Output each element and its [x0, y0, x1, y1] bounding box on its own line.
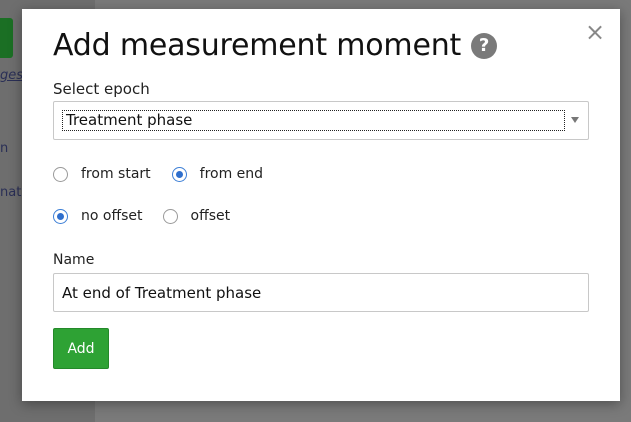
dialog-title: Add measurement moment — [53, 28, 462, 63]
radio-from-end-label: from end — [199, 166, 264, 182]
radio-from-start-label: from start — [81, 166, 151, 182]
select-epoch-label: Select epoch — [53, 80, 150, 98]
radio-no-offset-label: no offset — [81, 208, 143, 224]
reference-radio-group: from start from end — [53, 166, 263, 182]
radio-no-offset[interactable]: no offset — [53, 208, 143, 224]
background-text: n — [0, 141, 9, 156]
close-icon[interactable]: × — [584, 20, 606, 44]
dialog-header: Add measurement moment ? — [53, 28, 498, 63]
background-button — [0, 18, 13, 58]
add-button[interactable]: Add — [53, 328, 109, 369]
radio-offset[interactable]: offset — [162, 208, 231, 224]
radio-offset-label: offset — [190, 208, 231, 224]
radio-from-start[interactable]: from start — [53, 166, 151, 182]
radio-from-end-input[interactable] — [171, 166, 187, 182]
epoch-select[interactable]: Treatment phase — [53, 101, 589, 140]
chevron-down-icon — [571, 117, 579, 123]
help-icon[interactable]: ? — [471, 32, 498, 59]
radio-no-offset-input[interactable] — [53, 208, 68, 224]
epoch-select-value: Treatment phase — [62, 110, 565, 131]
add-measurement-moment-dialog: × Add measurement moment ? Select epoch … — [22, 9, 620, 401]
name-label: Name — [53, 252, 95, 268]
radio-from-start-input[interactable] — [53, 166, 68, 182]
radio-offset-input[interactable] — [162, 208, 178, 224]
offset-radio-group: no offset offset — [53, 208, 230, 224]
radio-from-end[interactable]: from end — [171, 166, 264, 182]
background-link: ges — [0, 68, 24, 83]
name-input[interactable] — [53, 273, 589, 312]
